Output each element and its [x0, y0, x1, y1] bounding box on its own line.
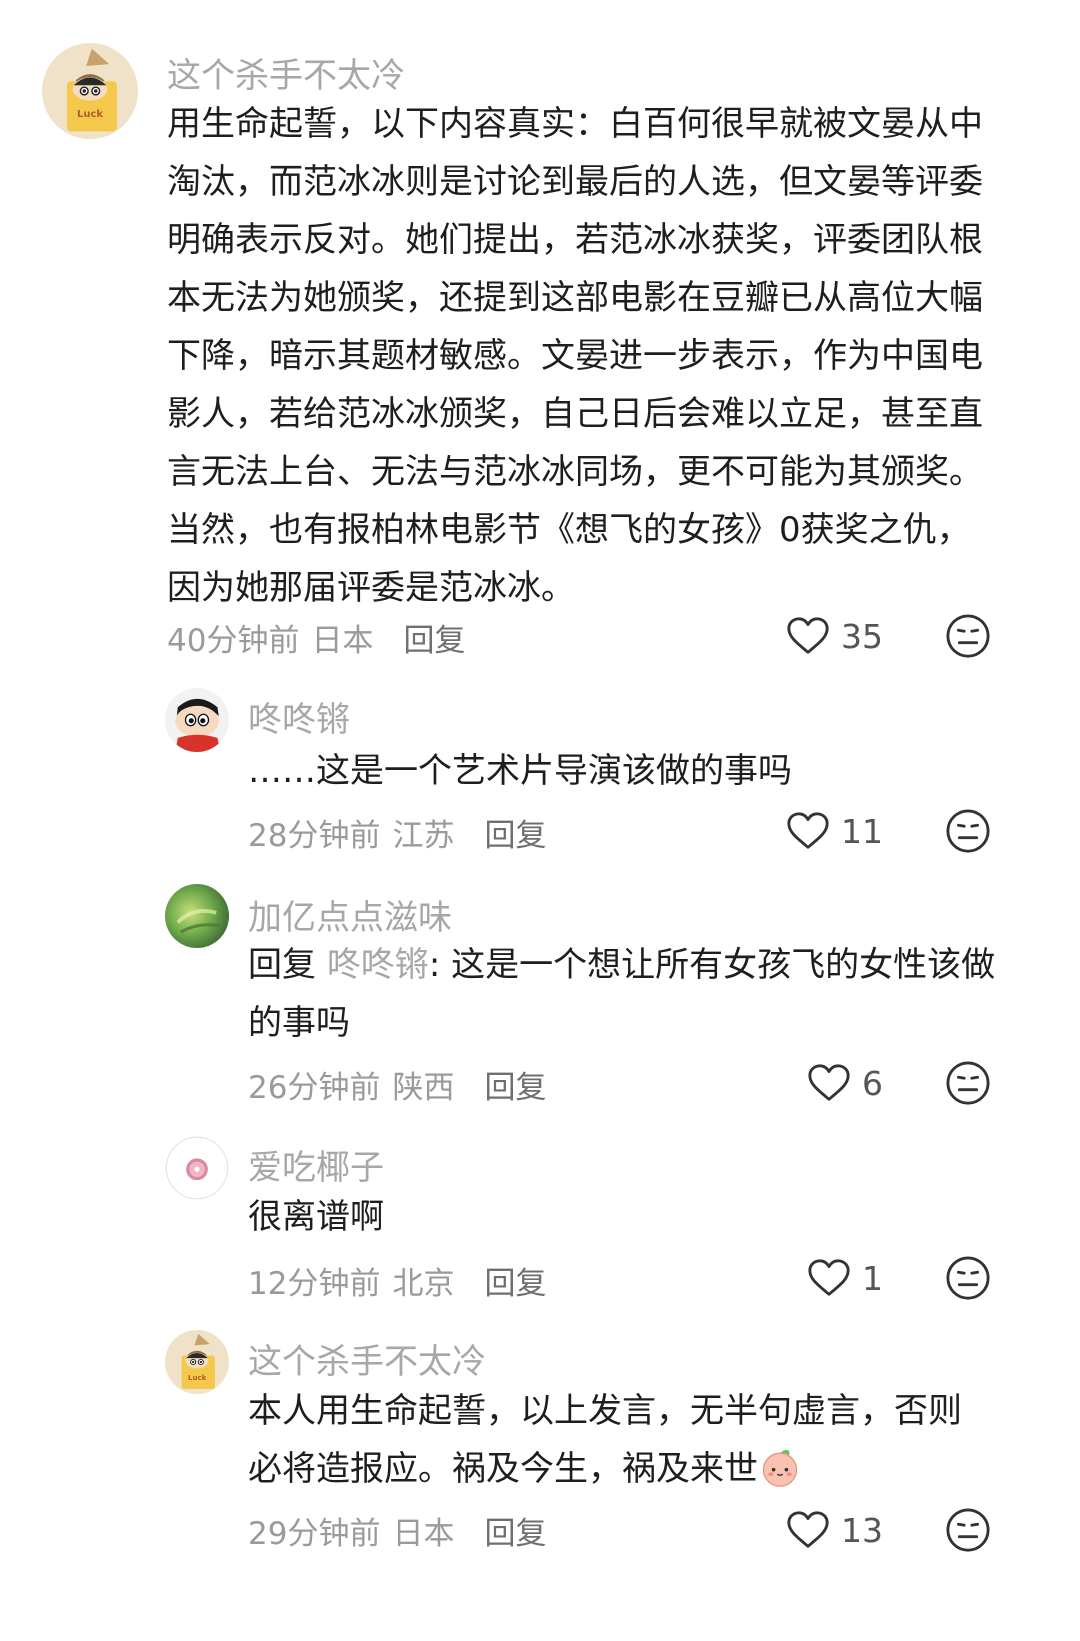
heart-outline-icon: [785, 613, 831, 659]
like-count: 6: [862, 1063, 883, 1103]
avatar[interactable]: [165, 688, 229, 752]
reply-button[interactable]: 回复: [484, 1516, 546, 1552]
avatar[interactable]: Luck: [165, 1330, 229, 1394]
avatar-bag-text: Luck: [77, 109, 104, 120]
like-count: 1: [862, 1258, 883, 1298]
like-button[interactable]: 6: [806, 1059, 883, 1107]
avatar[interactable]: [165, 884, 229, 948]
pink-donut-avatar-icon: [165, 1136, 229, 1200]
reply-username[interactable]: 爱吃椰子: [248, 1140, 384, 1189]
crayon-shin-chan-avatar-icon: [165, 688, 229, 752]
reply-location: 日本: [392, 1516, 455, 1552]
like-button[interactable]: 11: [785, 807, 883, 855]
like-count: 13: [841, 1510, 883, 1550]
reply-button[interactable]: 回复: [484, 1070, 546, 1106]
neutral-face-icon[interactable]: [945, 1060, 991, 1106]
neutral-face-icon[interactable]: [945, 808, 991, 854]
reply-time: 26分钟前: [248, 1070, 381, 1106]
reply-meta: 28分钟前 江苏 回复: [248, 810, 546, 855]
heart-outline-icon: [785, 1507, 831, 1553]
like-button[interactable]: 13: [785, 1506, 883, 1554]
reply-button[interactable]: 回复: [484, 818, 546, 854]
reply-item: 加亿点点滋味 回复 咚咚锵: 这是一个想让所有女孩飞的女性该做的事吗 26分钟前…: [0, 870, 1080, 1120]
like-count: 11: [841, 811, 883, 851]
neutral-face-icon[interactable]: [945, 613, 991, 659]
reply-meta: 26分钟前 陕西 回复: [248, 1062, 546, 1107]
heart-outline-icon: [806, 1060, 852, 1106]
avatar[interactable]: Luck: [42, 43, 138, 139]
reply-body: 本人用生命起誓，以上发言，无半句虚言，否则必将造报应。祸及今生，祸及来世: [248, 1391, 962, 1489]
green-plant-avatar-icon: [165, 884, 229, 948]
reply-location: 北京: [392, 1266, 455, 1302]
comment-meta: 40分钟前 日本 回复: [167, 615, 465, 660]
reply-button[interactable]: 回复: [403, 623, 465, 659]
avatar[interactable]: [165, 1136, 229, 1200]
crayon-shin-chan-bag-avatar-icon: [42, 43, 138, 139]
reply-time: 29分钟前: [248, 1516, 381, 1552]
mention-username[interactable]: 咚咚锵: [327, 945, 429, 985]
reply-button[interactable]: 回复: [484, 1266, 546, 1302]
comment-text: 用生命起誓，以下内容真实：白百何很早就被文晏从中淘汰，而范冰冰则是讨论到最后的人…: [167, 104, 983, 608]
heart-outline-icon: [806, 1255, 852, 1301]
peach-face-emoji-icon: [758, 1444, 802, 1488]
reply-meta: 29分钟前 日本 回复: [248, 1508, 546, 1553]
reply-text: 本人用生命起誓，以上发言，无半句虚言，否则必将造报应。祸及今生，祸及来世: [248, 1382, 988, 1498]
comment-item: Luck 这个杀手不太冷 用生命起誓，以下内容真实：白百何很早就被文晏从中淘汰，…: [0, 0, 1080, 670]
neutral-face-icon[interactable]: [945, 1255, 991, 1301]
reply-location: 江苏: [392, 818, 455, 854]
comment-username[interactable]: 这个杀手不太冷: [167, 48, 405, 97]
reply-item: Luck 这个杀手不太冷 本人用生命起誓，以上发言，无半句虚言，否则必将造报应。…: [0, 1320, 1080, 1641]
like-button[interactable]: 1: [806, 1254, 883, 1302]
reply-time: 28分钟前: [248, 818, 381, 854]
reply-item: 咚咚锵 ……这是一个艺术片导演该做的事吗 28分钟前 江苏 回复 11: [0, 670, 1080, 870]
crayon-shin-chan-bag-avatar-icon: [165, 1330, 229, 1394]
like-button[interactable]: 35: [785, 612, 883, 660]
comment-time: 40分钟前: [167, 623, 300, 659]
reply-username[interactable]: 咚咚锵: [248, 692, 350, 741]
reply-text: 很离谱啊: [248, 1197, 384, 1237]
comment-location: 日本: [311, 623, 374, 659]
reply-text: 回复 咚咚锵: 这是一个想让所有女孩飞的女性该做的事吗: [248, 936, 998, 1052]
heart-outline-icon: [785, 808, 831, 854]
reply-item: 爱吃椰子 很离谱啊 12分钟前 北京 回复 1: [0, 1120, 1080, 1320]
reply-text: ……这是一个艺术片导演该做的事吗: [248, 751, 792, 791]
neutral-face-icon[interactable]: [945, 1507, 991, 1553]
reply-time: 12分钟前: [248, 1266, 381, 1302]
reply-username[interactable]: 加亿点点滋味: [248, 890, 452, 939]
reply-username[interactable]: 这个杀手不太冷: [248, 1334, 486, 1383]
reply-meta: 12分钟前 北京 回复: [248, 1258, 546, 1303]
reply-location: 陕西: [392, 1070, 455, 1106]
reply-prefix: 回复: [248, 945, 327, 985]
like-count: 35: [841, 616, 883, 656]
avatar-bag-text: Luck: [188, 1374, 207, 1382]
